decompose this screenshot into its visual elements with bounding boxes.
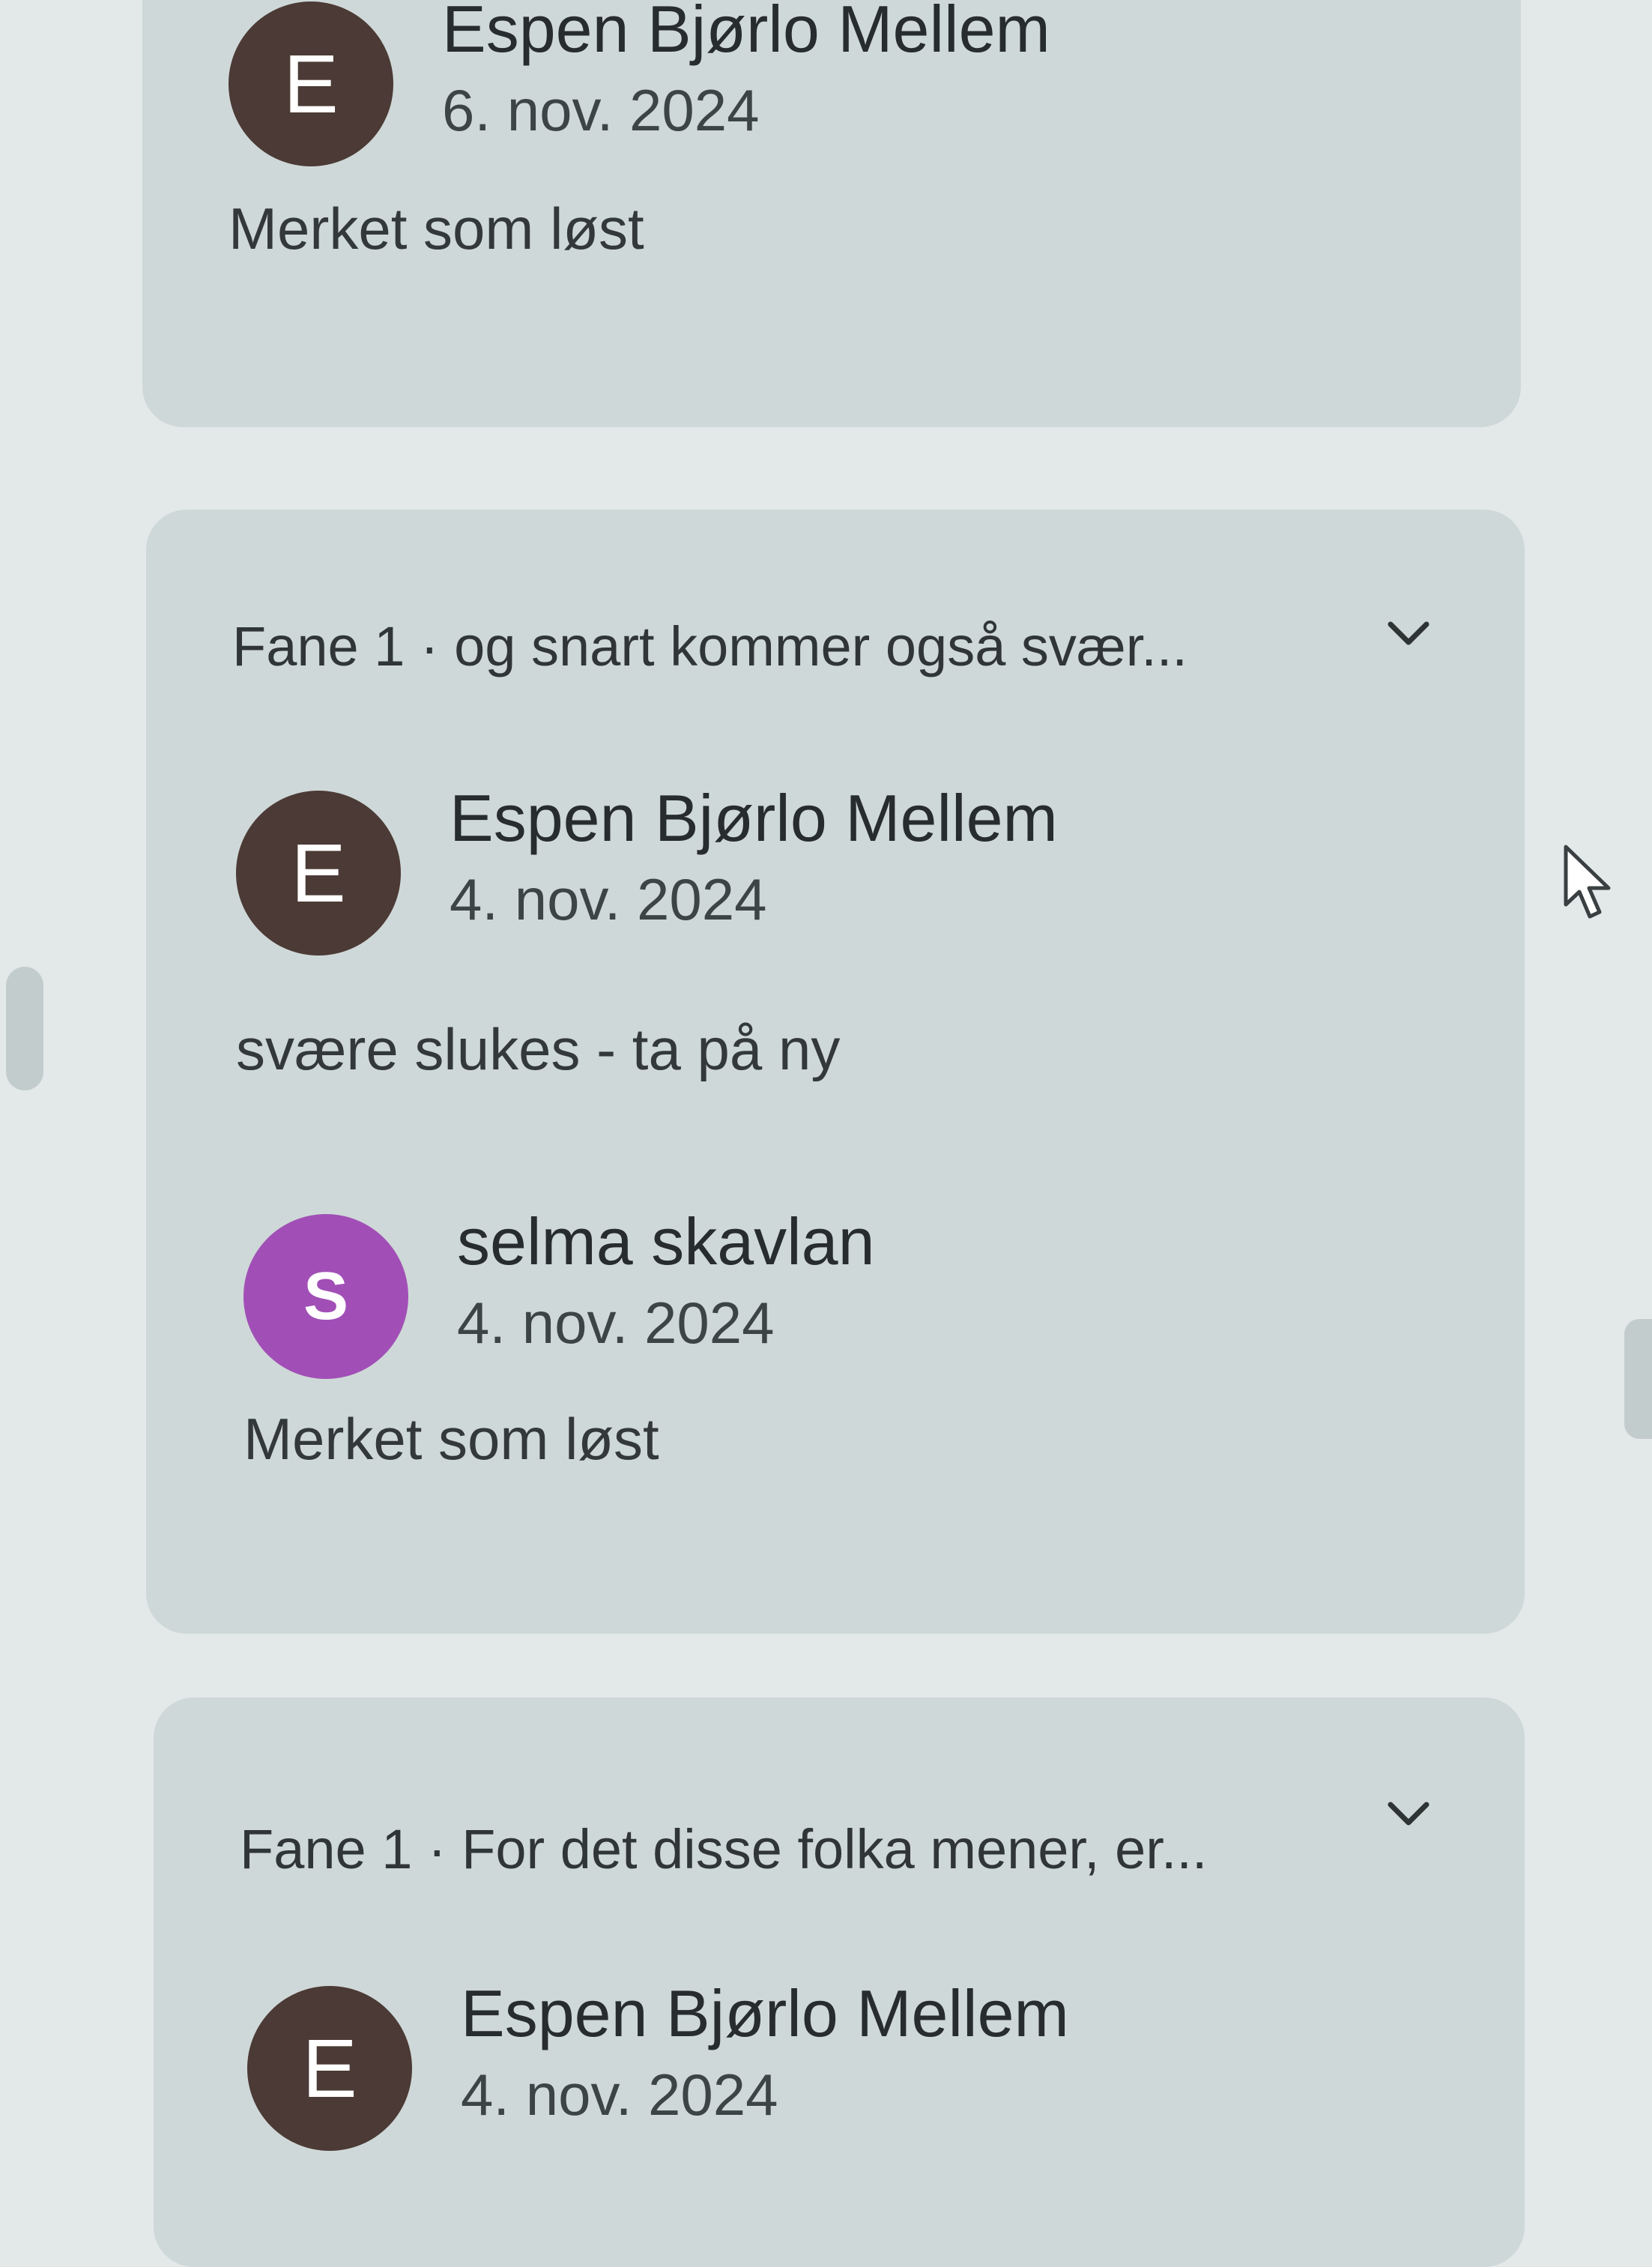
scrollbar-handle-left[interactable] [6,967,43,1090]
comment-author: selma skavlan [457,1204,875,1279]
comment-text: svære slukes - ta på ny [236,1016,841,1082]
avatar[interactable]: E [229,1,393,166]
comment-thread-card[interactable]: Fane 1 · og snart kommer også svær... E … [146,510,1525,1634]
comment-date: 6. nov. 2024 [442,77,760,143]
comment-author: Espen Bjørlo Mellem [450,781,1058,855]
scrollbar-thumb[interactable] [1624,1319,1652,1439]
comment-thread-card[interactable]: E Espen Bjørlo Mellem 6. nov. 2024 Merke… [142,0,1521,427]
avatar[interactable]: E [247,1986,412,2151]
chevron-down-icon[interactable] [1386,618,1431,648]
chevron-down-icon[interactable] [1386,1799,1431,1829]
thread-header[interactable]: Fane 1 · For det disse folka mener, er..… [240,1817,1208,1881]
avatar[interactable]: S [243,1214,408,1379]
avatar[interactable]: E [236,791,401,956]
comment-thread-card[interactable]: Fane 1 · For det disse folka mener, er..… [154,1697,1525,2267]
comment-author: Espen Bjørlo Mellem [461,1976,1069,2050]
comment-date: 4. nov. 2024 [457,1290,775,1356]
comment-date: 4. nov. 2024 [461,2062,778,2128]
comment-author: Espen Bjørlo Mellem [442,0,1050,66]
mouse-pointer-icon [1564,845,1611,919]
comment-date: 4. nov. 2024 [450,866,767,932]
thread-header[interactable]: Fane 1 · og snart kommer også svær... [232,615,1187,678]
comment-text: Merket som løst [243,1406,659,1472]
comment-text: Merket som løst [229,196,644,262]
